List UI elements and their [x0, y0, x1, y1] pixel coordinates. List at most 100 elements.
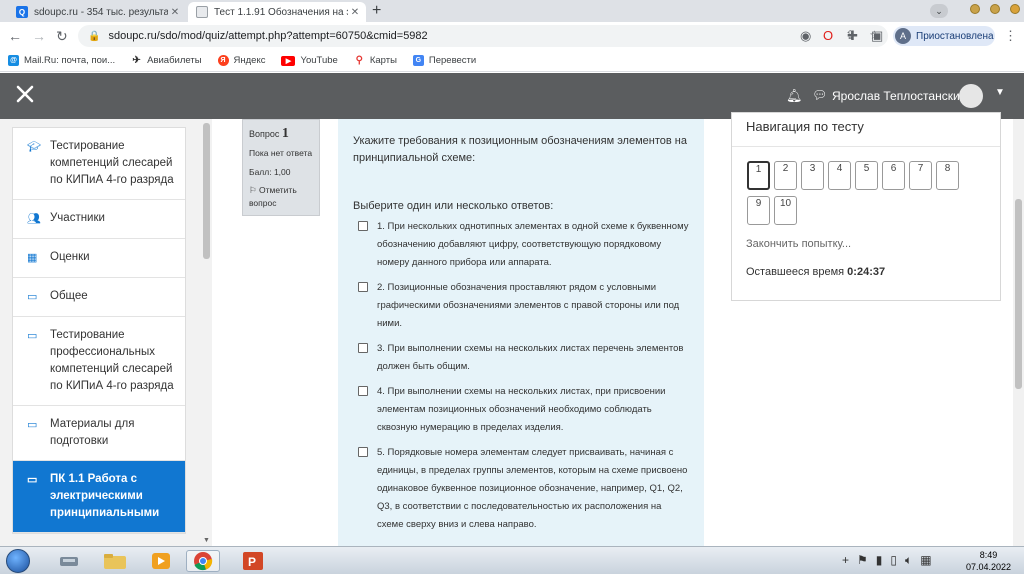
close-window-icon[interactable] — [1010, 4, 1020, 14]
answer-checkbox[interactable] — [358, 282, 368, 292]
quiz-nav-button-7[interactable]: 7 — [909, 161, 932, 190]
new-tab-icon[interactable]: + — [372, 2, 381, 20]
user-avatar[interactable] — [959, 84, 983, 108]
messages-icon[interactable]: 💬︎ — [812, 88, 827, 102]
taskbar-chrome[interactable] — [186, 550, 220, 572]
browser-tab-quiz[interactable]: Тест 1.1.91 Обозначения на эле ✕ — [188, 2, 366, 22]
minimize-icon[interactable] — [970, 4, 980, 14]
close-tab-icon[interactable]: ✕ — [348, 7, 362, 18]
browser-menu-icon[interactable]: ⋮ — [1004, 28, 1017, 44]
tab-search-dropdown-icon[interactable]: ⌄ — [930, 4, 948, 18]
forward-arrow-icon[interactable]: → — [32, 28, 46, 44]
quiz-nav-button-4[interactable]: 4 — [828, 161, 851, 190]
system-tray: + ⚑ ▮ ▯ 🔈︎ ▦ — [842, 553, 932, 568]
answer-text[interactable]: 4. При выполнении схемы на нескольких ли… — [377, 383, 690, 437]
keyboard-icon[interactable]: ▦ — [920, 553, 931, 568]
profile-avatar: А — [895, 28, 911, 44]
sidebar-item-testing[interactable]: ▭ Тестирование профессиональных компетен… — [13, 317, 185, 406]
taskbar-media[interactable] — [144, 550, 178, 572]
answer-prompt: Выберите один или несколько ответов: — [353, 200, 554, 212]
sidebar-scrollbar[interactable]: ▼ — [201, 119, 212, 546]
close-tab-icon[interactable]: ✕ — [168, 7, 182, 18]
address-bar[interactable]: 🔒 sdoupc.ru/sdo/mod/quiz/attempt.php?att… — [78, 25, 888, 47]
user-menu-caret-icon[interactable]: ▼ — [995, 87, 1005, 98]
bookmark-aviabilety[interactable]: ✈ Авиабилеты — [131, 55, 202, 66]
taskbar-powerpoint[interactable]: P — [236, 550, 270, 572]
answer-option-1[interactable]: 1. При нескольких однотипных элементах в… — [353, 218, 690, 272]
answer-checkbox[interactable] — [358, 343, 368, 353]
time-remaining: 0:24:37 — [847, 266, 886, 278]
quiz-nav-button-6[interactable]: 6 — [882, 161, 905, 190]
mailru-icon: @ — [8, 55, 19, 66]
network-icon[interactable]: ▮ — [876, 553, 883, 568]
sidebar-item-label: Тестирование компетенций слесарей по КИП… — [50, 140, 174, 186]
quiz-nav-button-10[interactable]: 10 — [774, 196, 797, 225]
maximize-icon[interactable] — [990, 4, 1000, 14]
taskbar-network-app[interactable] — [52, 550, 86, 572]
yandex-icon: Я — [217, 55, 229, 66]
bookmark-mailru[interactable]: @ Mail.Ru: почта, пои... — [8, 55, 115, 66]
quiz-nav-button-1[interactable]: 1 — [747, 161, 770, 190]
scrollbar-thumb[interactable] — [1015, 199, 1022, 389]
profile-button[interactable]: А Приостановлена — [893, 26, 995, 46]
volume-icon[interactable]: 🔈︎ — [905, 553, 912, 568]
flag-icon: ⚐ — [249, 185, 257, 195]
sidebar-item-grades[interactable]: ▦ Оценки — [13, 239, 185, 278]
quiz-timer: Оставшееся время 0:24:37 — [746, 266, 886, 278]
answer-option-4[interactable]: 4. При выполнении схемы на нескольких ли… — [353, 383, 690, 437]
users-icon: 👥︎ — [27, 213, 41, 225]
page-favicon-icon — [196, 6, 208, 18]
sidebar-item-label: Тестирование профессиональных компетенци… — [50, 329, 174, 392]
svg-text:P: P — [248, 555, 256, 569]
answer-text[interactable]: 3. При выполнении схемы на нескольких ли… — [377, 340, 690, 376]
sidebar-item-general[interactable]: ▭ Общее — [13, 278, 185, 317]
answer-checkbox[interactable] — [358, 447, 368, 457]
sidebar-panel-icon[interactable]: ▣ — [871, 28, 883, 44]
bookmark-maps[interactable]: ⚲ Карты — [353, 55, 397, 66]
reload-icon[interactable]: ↻ — [56, 28, 68, 45]
answer-checkbox[interactable] — [358, 221, 368, 231]
notification-bell-icon[interactable]: 🔔︎ — [786, 88, 803, 104]
flag-question-button[interactable]: ⚐ Отметить вопрос — [249, 184, 313, 210]
bookmark-youtube[interactable]: ▶ YouTube — [281, 55, 338, 66]
question-content: Укажите требования к позиционным обознач… — [338, 119, 704, 546]
quiz-nav-button-5[interactable]: 5 — [855, 161, 878, 190]
sidebar-item-pk11[interactable]: ▭ ПК 1.1 Работа с электрическими принцип… — [13, 461, 185, 533]
bookmark-translate[interactable]: G Перевести — [412, 55, 476, 66]
sidebar-item-course[interactable]: 🎓︎ Тестирование компетенций слесарей по … — [13, 128, 185, 200]
scrollbar-thumb[interactable] — [203, 123, 210, 259]
user-name[interactable]: Ярослав Теплостанский — [832, 89, 966, 103]
quiz-nav-button-8[interactable]: 8 — [936, 161, 959, 190]
answer-text[interactable]: 1. При нескольких однотипных элементах в… — [377, 218, 690, 272]
answer-option-5[interactable]: 5. Порядковые номера элементам следует п… — [353, 444, 690, 534]
quiz-nav-button-2[interactable]: 2 — [774, 161, 797, 190]
answer-option-3[interactable]: 3. При выполнении схемы на нескольких ли… — [353, 340, 690, 376]
close-drawer-icon[interactable] — [14, 83, 36, 105]
browser-tab-search[interactable]: Q sdoupc.ru - 354 тыс. результатов ✕ — [8, 2, 186, 22]
page-scrollbar[interactable] — [1013, 119, 1024, 546]
taskbar-clock[interactable]: 8:49 07.04.2022 — [966, 549, 1011, 573]
finish-attempt-link[interactable]: Закончить попытку... — [746, 238, 851, 250]
flag-icon[interactable]: ⚑ — [857, 553, 868, 568]
answer-text[interactable]: 2. Позиционные обозначения проставляют р… — [377, 279, 690, 333]
sidebar-item-participants[interactable]: 👥︎ Участники — [13, 200, 185, 239]
answer-checkbox[interactable] — [358, 386, 368, 396]
puzzle-extensions-icon[interactable]: ✚ — [847, 28, 858, 44]
answer-option-2[interactable]: 2. Позиционные обозначения проставляют р… — [353, 279, 690, 333]
bookmark-yandex[interactable]: Я Яндекс — [217, 55, 265, 66]
battery-icon[interactable]: ▯ — [890, 553, 897, 568]
opera-extension-icon[interactable]: O — [823, 28, 833, 43]
profile-status: Приостановлена — [916, 30, 994, 42]
question-grade: Балл: 1,00 — [249, 167, 291, 177]
quiz-nav-button-9[interactable]: 9 — [747, 196, 770, 225]
back-arrow-icon[interactable]: ← — [8, 28, 22, 44]
tray-expand-icon[interactable]: + — [842, 553, 849, 568]
translate-icon: G — [412, 55, 424, 66]
taskbar-explorer[interactable] — [98, 550, 132, 572]
answer-text[interactable]: 5. Порядковые номера элементам следует п… — [377, 444, 690, 534]
extension-icon[interactable]: ◉ — [800, 28, 811, 44]
sidebar-item-materials[interactable]: ▭ Материалы для подготовки — [13, 406, 185, 461]
start-button[interactable] — [6, 549, 30, 573]
scroll-down-arrow-icon[interactable]: ▼ — [203, 537, 210, 544]
quiz-nav-button-3[interactable]: 3 — [801, 161, 824, 190]
